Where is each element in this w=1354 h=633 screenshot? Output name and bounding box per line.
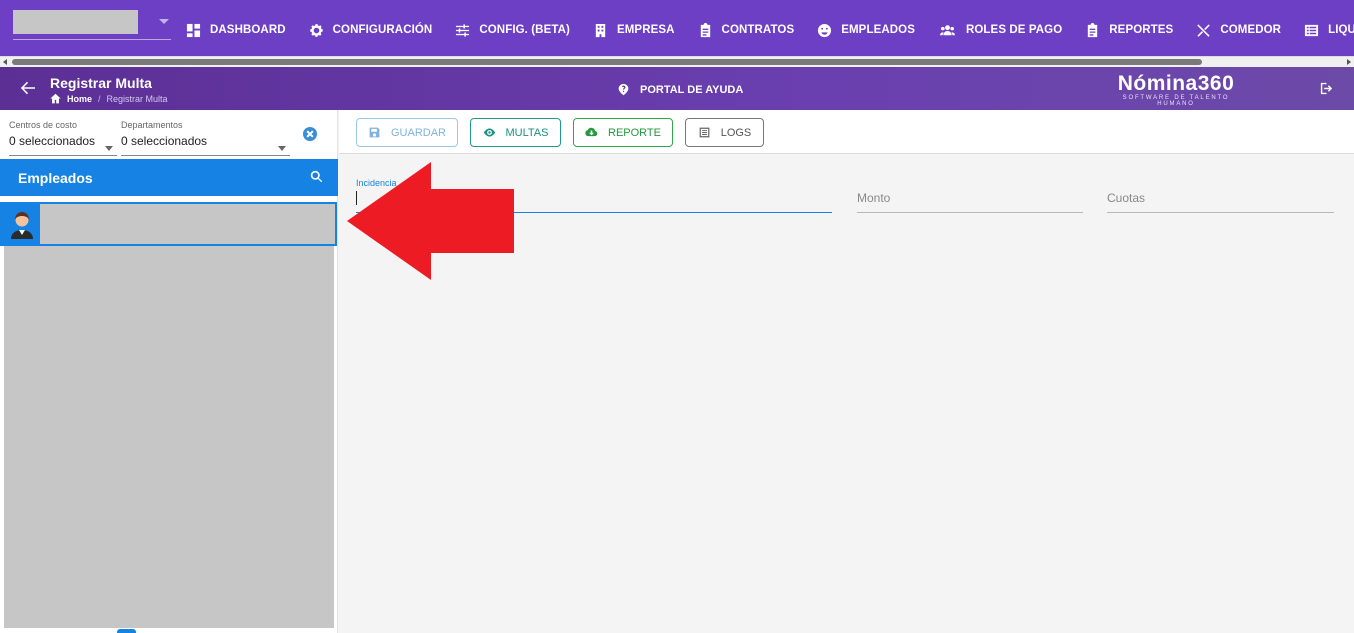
nav-empleados[interactable]: EMPLEADOS [817, 23, 915, 38]
nav-configuracion[interactable]: CONFIGURACIÓN [309, 23, 433, 38]
back-arrow-icon[interactable] [20, 80, 36, 96]
nav-configuracion-label: CONFIGURACIÓN [332, 24, 433, 36]
scroll-indicator [117, 629, 136, 633]
avatar [2, 204, 40, 244]
cost-center-label: Centros de costo [9, 120, 78, 130]
monto-field[interactable]: Monto [857, 177, 1083, 213]
save-icon [369, 127, 380, 138]
save-button[interactable]: GUARDAR [356, 118, 458, 147]
clipboard-icon [700, 22, 710, 37]
nav-config-beta[interactable]: CONFIG. (BETA) [455, 23, 570, 38]
multas-button[interactable]: MULTAS [470, 118, 561, 147]
list-icon [1305, 24, 1319, 36]
chevron-down-icon [105, 146, 113, 151]
gear-icon [309, 23, 323, 37]
nav-roles-de-pago-label: ROLES DE PAGO [965, 24, 1063, 36]
sliders-icon [456, 23, 470, 37]
top-nav-bar: DASHBOARD CONFIGURACIÓN CONFIG. (BETA) E… [0, 0, 1354, 60]
company-select[interactable] [13, 10, 171, 40]
nav-roles-de-pago[interactable]: ROLES DE PAGO [938, 23, 1062, 38]
face-icon [818, 23, 832, 37]
list-icon [699, 127, 710, 138]
page-title: Registrar Multa [50, 75, 152, 91]
report-label: REPORTE [608, 126, 661, 139]
monto-label: Monto [857, 191, 891, 205]
cost-center-value: 0 seleccionados [9, 134, 96, 148]
department-label: Departamentos [121, 120, 183, 130]
employees-title: Empleados [18, 170, 93, 186]
cuotas-field[interactable]: Cuotas [1107, 177, 1334, 213]
breadcrumb-separator: / [98, 93, 101, 104]
nav-contratos[interactable]: CONTRATOS [698, 22, 795, 38]
nav-comedor-label: COMEDOR [1220, 24, 1282, 36]
help-portal-link[interactable]: PORTAL DE AYUDA [617, 83, 743, 96]
help-portal-label: PORTAL DE AYUDA [640, 83, 744, 96]
company-name-redacted [13, 10, 138, 34]
cost-center-select[interactable]: Centros de costo 0 seleccionados [9, 120, 117, 156]
employee-list-item-selected[interactable] [0, 202, 337, 246]
logs-button[interactable]: LOGS [685, 118, 764, 147]
clear-filters-icon[interactable] [303, 127, 317, 141]
department-value: 0 seleccionados [121, 134, 208, 148]
department-select[interactable]: Departamentos 0 seleccionados [121, 120, 290, 156]
breadcrumb-current: Registrar Multa [106, 93, 168, 104]
nav-reportes[interactable]: REPORTES [1085, 22, 1174, 38]
action-toolbar: GUARDAR MULTAS REPORTE LOGS [339, 110, 1354, 154]
eye-icon [483, 128, 495, 137]
breadcrumb-home[interactable]: Home [67, 94, 92, 104]
nav-empresa-label: EMPRESA [616, 24, 675, 36]
employee-avatar-icon [11, 212, 33, 239]
brand-name: Nómina360 [1117, 72, 1235, 95]
nav-liquidaciones-label: LIQUIDACIONES [1328, 24, 1354, 36]
help-icon [618, 83, 629, 96]
multas-label: MULTAS [505, 126, 549, 139]
nav-reportes-label: REPORTES [1109, 24, 1174, 36]
cuotas-label: Cuotas [1107, 191, 1146, 205]
annotation-arrow-icon [347, 162, 514, 280]
save-label: GUARDAR [390, 126, 446, 139]
employee-panel: Centros de costo 0 seleccionados Departa… [0, 110, 338, 633]
logout-icon[interactable] [1319, 81, 1334, 96]
search-icon[interactable] [310, 170, 323, 183]
nav-config-beta-label: CONFIG. (BETA) [479, 24, 570, 36]
chevron-down-icon [159, 19, 169, 24]
nav-dashboard[interactable]: DASHBOARD [186, 23, 286, 38]
home-icon[interactable] [50, 93, 61, 104]
nav-empleados-label: EMPLEADOS [841, 24, 915, 36]
breadcrumb: Home / Registrar Multa [50, 93, 168, 104]
cloud-download-icon [585, 127, 598, 137]
main-nav: DASHBOARD CONFIGURACIÓN CONFIG. (BETA) E… [186, 0, 1354, 60]
nav-comedor[interactable]: COMEDOR [1196, 23, 1281, 38]
people-icon [939, 24, 955, 35]
nav-horizontal-scrollbar[interactable] [0, 56, 1354, 67]
nav-liquidaciones[interactable]: LIQUIDACIONES [1304, 23, 1354, 38]
chevron-down-icon [278, 146, 286, 151]
building-icon [595, 23, 606, 37]
report-button[interactable]: REPORTE [573, 118, 673, 147]
employees-header: Empleados [0, 159, 338, 196]
scroll-right-icon[interactable] [1347, 59, 1351, 65]
scrollbar-thumb[interactable] [12, 59, 1202, 65]
page-header: Registrar Multa Home / Registrar Multa P… [0, 67, 1354, 110]
clipboard-report-icon [1088, 22, 1098, 37]
nav-contratos-label: CONTRATOS [721, 24, 795, 36]
brand-tagline: SOFTWARE DE TALENTO HUMANO [1122, 95, 1230, 107]
dashboard-icon [186, 23, 201, 37]
utensils-icon [1197, 23, 1211, 37]
scroll-left-icon[interactable] [3, 59, 7, 65]
nav-empresa[interactable]: EMPRESA [593, 23, 675, 38]
employee-list-redacted [4, 246, 334, 628]
nav-dashboard-label: DASHBOARD [210, 24, 286, 36]
brand-logo: Nómina360 SOFTWARE DE TALENTO HUMANO [1106, 72, 1246, 107]
logs-label: LOGS [720, 126, 752, 139]
